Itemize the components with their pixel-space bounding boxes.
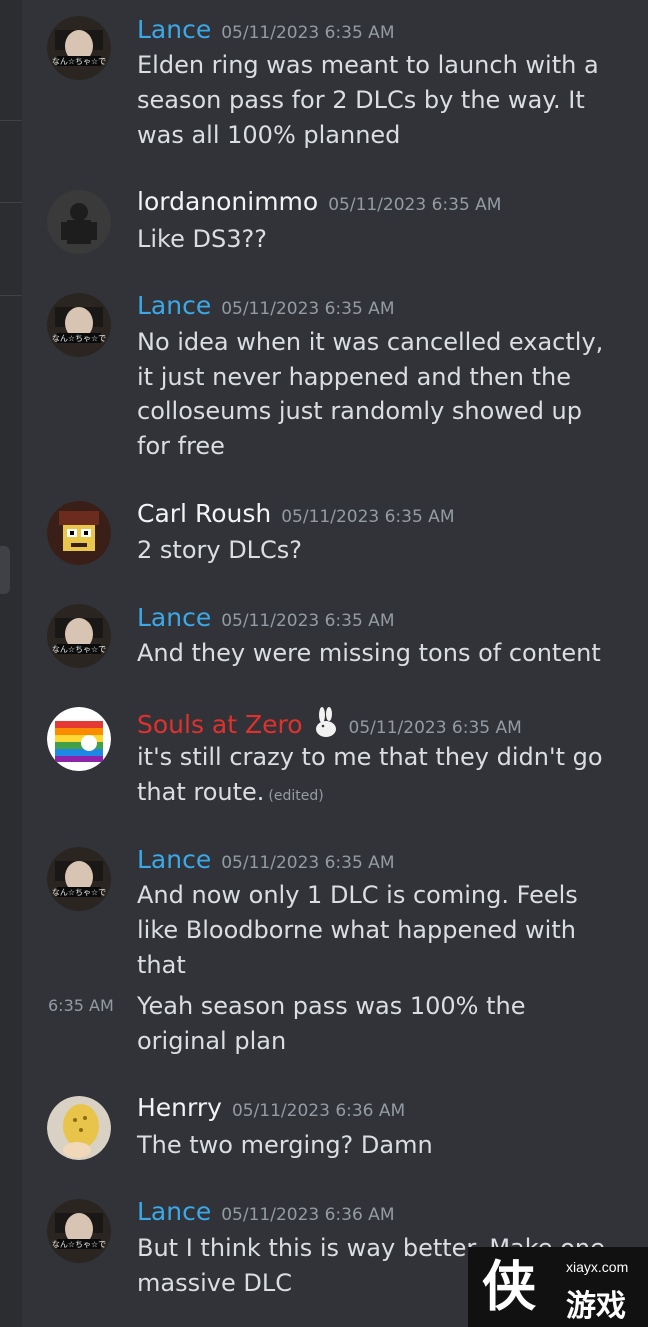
author-name[interactable]: Carl Roush (137, 499, 271, 528)
message-header: Lance 05/11/2023 6:35 AM (137, 845, 394, 874)
message-text: 2 story DLCs? (137, 536, 303, 564)
avatar-lance[interactable]: なん☆ちゃ☆で (47, 847, 111, 911)
avatar-souls-at-zero[interactable] (47, 707, 111, 771)
watermark-glyph: 侠 (482, 1255, 536, 1318)
author-name[interactable]: Souls at Zero (137, 710, 303, 739)
message-header: Lance 05/11/2023 6:36 AM (137, 1197, 394, 1226)
message-text: that route. (edited) (137, 775, 324, 814)
author-name[interactable]: Lance (137, 1197, 211, 1226)
timestamp: 05/11/2023 6:35 AM (348, 718, 522, 738)
avatar-henrry[interactable] (47, 1096, 111, 1160)
message-text: And they were missing tons of content (137, 639, 601, 667)
divider (0, 295, 22, 296)
avatar-lordanonimmo[interactable] (47, 190, 111, 254)
message-text: The two merging? Damn (137, 1131, 433, 1159)
author-name[interactable]: Lance (137, 845, 211, 874)
watermark-domain: xiayx.com (566, 1259, 629, 1275)
avatar-lance[interactable]: なん☆ちゃ☆で (47, 293, 111, 357)
timestamp: 05/11/2023 6:35 AM (221, 299, 395, 319)
timestamp: 05/11/2023 6:35 AM (221, 853, 395, 873)
author-name[interactable]: lordanonimmo (137, 187, 318, 216)
message-header: Souls at Zero 05/11/2023 6:35 AM (137, 707, 522, 741)
timestamp: 05/11/2023 6:36 AM (231, 1101, 406, 1121)
timestamp: 05/11/2023 6:35 AM (328, 195, 502, 215)
message-text: it's still crazy to me that they didn't … (137, 743, 603, 771)
svg-text:なん☆ちゃ☆で: なん☆ちゃ☆で (52, 888, 106, 897)
message-header: lordanonimmo 05/11/2023 6:35 AM (137, 187, 501, 216)
message-text: it just never happened and then the (137, 363, 571, 391)
hover-timestamp: 6:35 AM (48, 996, 114, 1015)
watermark-logo: 侠 xiayx.com 游戏 (468, 1247, 648, 1327)
edited-label: (edited) (268, 788, 324, 804)
message-text: was all 100% planned (137, 121, 401, 149)
author-name[interactable]: Lance (137, 603, 211, 632)
message-text-segment: that route. (137, 778, 265, 806)
divider (0, 202, 22, 203)
author-name[interactable]: Lance (137, 15, 211, 44)
avatar-lance[interactable]: なん☆ちゃ☆で (47, 16, 111, 80)
timestamp: 05/11/2023 6:35 AM (221, 611, 395, 631)
channel-indicator[interactable] (0, 546, 10, 594)
message-header: Carl Roush 05/11/2023 6:35 AM (137, 499, 454, 528)
divider (0, 120, 22, 121)
message-text: like Bloodborne what happened with (137, 916, 576, 944)
message-text: And now only 1 DLC is coming. Feels (137, 881, 578, 909)
server-sidebar-edge (0, 0, 22, 1327)
message-text: Elden ring was meant to launch with a (137, 51, 599, 79)
message-text: season pass for 2 DLCs by the way. It (137, 86, 585, 114)
svg-text:なん☆ちゃ☆で: なん☆ちゃ☆で (52, 57, 106, 66)
timestamp: 05/11/2023 6:36 AM (221, 1205, 395, 1225)
message-text: that (137, 951, 186, 979)
svg-text:なん☆ちゃ☆で: なん☆ちゃ☆で (52, 645, 106, 654)
avatar-carl-roush[interactable] (47, 501, 111, 565)
message-header: Henrry 05/11/2023 6:36 AM (137, 1093, 405, 1122)
message-header: Lance 05/11/2023 6:35 AM (137, 291, 394, 320)
timestamp: 05/11/2023 6:35 AM (281, 507, 455, 527)
timestamp: 05/11/2023 6:35 AM (221, 23, 395, 43)
message-header: Lance 05/11/2023 6:35 AM (137, 15, 394, 44)
avatar-lance[interactable]: なん☆ちゃ☆で (47, 1199, 111, 1263)
svg-text:なん☆ちゃ☆で: なん☆ちゃ☆で (52, 1240, 106, 1249)
watermark-text: 游戏 (566, 1289, 626, 1324)
message-text: No idea when it was cancelled exactly, (137, 328, 604, 356)
message-text: for free (137, 432, 225, 460)
avatar-lance[interactable]: なん☆ちゃ☆で (47, 604, 111, 668)
message-text: original plan (137, 1027, 287, 1055)
message-text: Yeah season pass was 100% the (137, 992, 526, 1020)
message-text: Like DS3?? (137, 225, 267, 253)
message-text: colloseums just randomly showed up (137, 397, 582, 425)
author-name[interactable]: Lance (137, 291, 211, 320)
message-header: Lance 05/11/2023 6:35 AM (137, 603, 394, 632)
author-name[interactable]: Henrry (137, 1093, 222, 1122)
svg-text:なん☆ちゃ☆で: なん☆ちゃ☆で (52, 334, 106, 343)
rabbit-icon (313, 707, 339, 741)
message-text: massive DLC (137, 1269, 292, 1297)
